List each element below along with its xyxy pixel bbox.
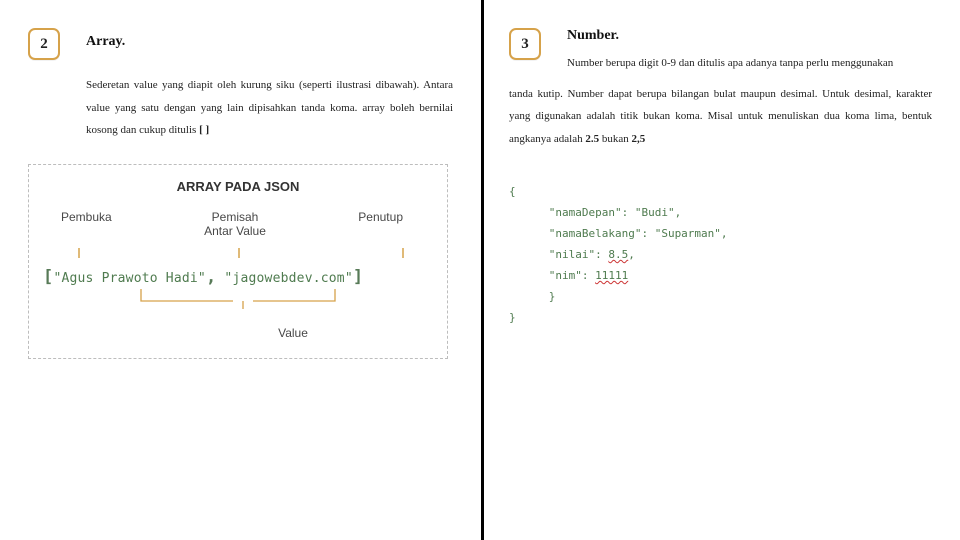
number-25-dot: 2.5 <box>585 133 599 145</box>
diagram-value-label: Value <box>153 326 433 340</box>
section-head-2: 2 Array. <box>28 28 453 60</box>
diagram-title: ARRAY PADA JSON <box>43 179 433 194</box>
section-title-array: Array. <box>86 28 125 50</box>
number-body-a: tanda kutip. Number dapat berupa bilanga… <box>509 88 932 145</box>
code-l6: } <box>509 290 555 303</box>
code-l4c: , <box>628 248 635 261</box>
arrows-bottom <box>43 287 435 311</box>
code-l4b: 8.5 <box>608 248 628 261</box>
bracket-open: [ <box>43 267 53 287</box>
code-l3: "namaBelakang": "Suparman", <box>509 227 728 240</box>
code-val2: "jagowebdev.com" <box>224 271 352 286</box>
diagram-top-labels: Pembuka Pemisah Antar Value Penutup <box>61 210 403 239</box>
label-pemisah-line1: Pemisah <box>212 210 259 224</box>
section-title-number: Number. <box>567 28 893 44</box>
bracket-close: ] <box>353 267 363 287</box>
code-val1: "Agus Prawoto Hadi" <box>53 271 206 286</box>
code-comma: , <box>206 267 216 287</box>
badge-3: 3 <box>509 28 541 60</box>
number-intro: Number berupa digit 0-9 dan ditulis apa … <box>567 52 893 75</box>
section-head-3: 3 Number. Number berupa digit 0-9 dan di… <box>509 28 932 75</box>
label-pemisah-line2: Antar Value <box>204 224 266 238</box>
label-pembuka: Pembuka <box>61 210 112 224</box>
array-body-main: Sederetan value yang diapit oleh kurung … <box>86 79 453 136</box>
code-l5b: 11111 <box>595 269 628 282</box>
code-l5a: "nim": <box>509 269 595 282</box>
diagram-code-row: ["Agus Prawoto Hadi", "jagowebdev.com"] <box>43 267 433 287</box>
code-l2: "namaDepan": "Budi", <box>509 206 681 219</box>
array-body-text: Sederetan value yang diapit oleh kurung … <box>86 74 453 142</box>
array-diagram: ARRAY PADA JSON Pembuka Pemisah Antar Va… <box>28 164 448 360</box>
number-25-comma: 2,5 <box>632 133 646 145</box>
arrows-top <box>43 246 435 260</box>
right-head-text: Number. Number berupa digit 0-9 dan ditu… <box>567 28 893 75</box>
json-code-sample: { "namaDepan": "Budi", "namaBelakang": "… <box>509 182 932 328</box>
number-body-mid: bukan <box>599 133 631 145</box>
code-l7: } <box>509 311 516 324</box>
right-column: 3 Number. Number berupa digit 0-9 dan di… <box>481 0 960 540</box>
label-pemisah: Pemisah Antar Value <box>204 210 266 239</box>
label-penutup: Penutup <box>358 210 403 224</box>
code-l1: { <box>509 185 516 198</box>
page: 2 Array. Sederetan value yang diapit ole… <box>0 0 960 540</box>
number-body-text: tanda kutip. Number dapat berupa bilanga… <box>509 83 932 151</box>
array-body-brackets: [ ] <box>199 124 209 136</box>
badge-2: 2 <box>28 28 60 60</box>
code-l4a: "nilai": <box>509 248 608 261</box>
left-column: 2 Array. Sederetan value yang diapit ole… <box>0 0 481 540</box>
